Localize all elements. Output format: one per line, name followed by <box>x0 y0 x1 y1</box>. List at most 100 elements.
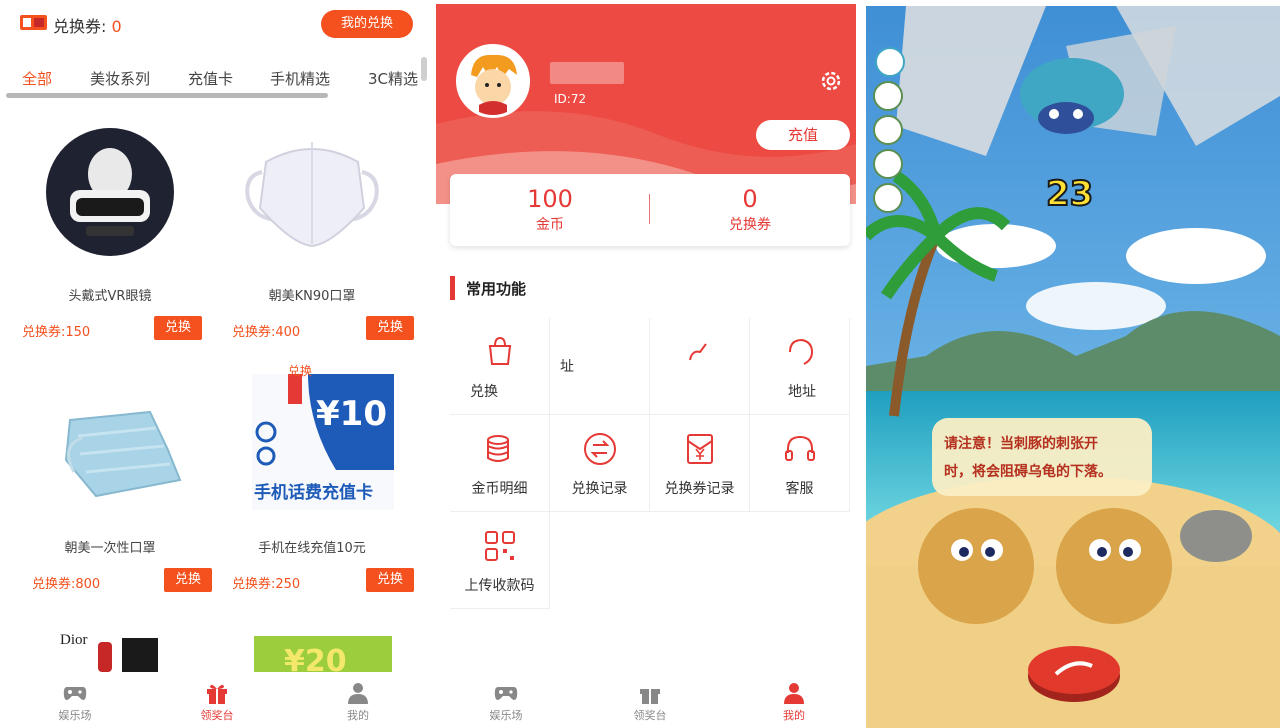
grid-item-coupon-record[interactable]: 兑换券记录 <box>650 415 750 512</box>
tab-3c[interactable]: 3C精选 <box>368 68 418 89</box>
cartoon-avatar-image <box>459 47 527 115</box>
coupon-balance-label: 兑换券: 0 <box>53 17 122 36</box>
product-price: 兑换券:250 <box>232 577 301 592</box>
grid-item-label: 上传收款码 <box>464 578 535 594</box>
recharge-card-text: 手机话费充值卡 <box>254 483 373 503</box>
nav-item-mine[interactable]: 我的 <box>318 672 398 723</box>
product-card[interactable]: ¥10 手机话费充值卡 兑换 手机在线充值10元 兑换券:250 兑换 <box>212 364 414 620</box>
balance-card: 100 金币 0 兑换券 <box>450 174 850 246</box>
game-panel: 23 请注意！当刺豚的刺张开 时，将会阻碍乌龟的下落。 <box>866 6 1280 728</box>
product-card[interactable]: 头戴式VR眼镜 兑换券:150 兑换 <box>10 128 210 368</box>
coupon-value: 0 <box>742 185 758 213</box>
user-id: ID:72 <box>554 92 587 106</box>
exchange-button[interactable]: 兑换 <box>164 568 212 592</box>
exchange-button[interactable]: 兑换 <box>366 316 414 340</box>
nav-item-mine[interactable]: 我的 <box>754 672 834 723</box>
bottom-nav: 娱乐场 领奖台 我的 <box>0 672 434 728</box>
tip-text: 请注意！当刺豚的刺张开 时，将会阻碍乌龟的下落。 <box>944 430 1144 486</box>
tip-line-2: 时，将会阻碍乌龟的下落。 <box>944 464 1112 480</box>
grid-item-exchange-record[interactable]: 兑换记录 <box>550 415 650 512</box>
gold-stat[interactable]: 100 金币 <box>450 184 650 234</box>
exchange-button[interactable]: 兑换 <box>366 568 414 592</box>
grid-item-customer-service[interactable]: 客服 <box>750 415 850 512</box>
dior-logo-text: Dior <box>60 632 88 648</box>
user-icon <box>348 683 368 704</box>
nav-label: 我的 <box>347 709 369 722</box>
shop-header: 兑换券: 0 我的兑换 <box>0 0 434 48</box>
nav-label: 领奖台 <box>633 709 667 722</box>
nav-label: 我的 <box>783 709 805 722</box>
grid-item-my-address[interactable]: 地址 <box>750 318 850 415</box>
product-price: 兑换券:400 <box>232 325 301 340</box>
gamepad-icon <box>494 687 518 700</box>
product-card[interactable]: 朝美KN90口罩 兑换券:400 兑换 <box>212 128 414 368</box>
product-name: 头戴式VR眼镜 <box>68 289 152 304</box>
nav-item-podium[interactable]: 领奖台 <box>177 672 257 723</box>
dior-product-partial[interactable]: Dior <box>60 630 180 672</box>
function-grid: 兑换 址 地址 金币明细 兑换记录 兑换券记录 客服 上传收款码 <box>450 318 850 610</box>
product-name: 朝美一次性口罩 <box>64 541 156 556</box>
recharge-20-amount: ¥20 <box>284 644 347 672</box>
recharge-button[interactable]: 充值 <box>756 120 850 150</box>
coupon-label: 兑换券 <box>729 217 771 233</box>
game-scene <box>866 6 1280 728</box>
shop-panel: 兑换券: 0 我的兑换 全部 美妆系列 充值卡 手机精选 3C精选 头戴式VR眼… <box>0 0 434 728</box>
recharge-20-partial[interactable]: ¥20 <box>254 636 392 672</box>
headset-partial-icon <box>789 338 814 365</box>
coupon-balance-value: 0 <box>111 17 122 36</box>
gamepad-icon <box>63 687 87 700</box>
vertical-scrollbar[interactable] <box>421 57 427 81</box>
nav-label: 娱乐场 <box>489 709 523 722</box>
user-icon <box>784 683 804 704</box>
nav-item-podium[interactable]: 领奖台 <box>610 672 690 723</box>
gold-label: 金币 <box>536 217 564 233</box>
product-card[interactable]: 朝美一次性口罩 兑换券:800 兑换 <box>10 380 212 620</box>
gold-value: 100 <box>527 185 573 213</box>
product-price: 兑换券:150 <box>22 325 91 340</box>
gift-icon <box>207 684 227 704</box>
user-name-blurred <box>550 62 624 84</box>
disposable-mask-image <box>64 410 182 498</box>
recharge-card-amount: ¥10 <box>316 394 387 434</box>
product-name: 手机在线充值10元 <box>258 541 366 556</box>
grid-item-upload-qr[interactable]: 上传收款码 <box>450 512 550 609</box>
dior-perfume-image <box>98 638 158 672</box>
drop-button[interactable] <box>1028 638 1120 702</box>
coins-icon <box>487 435 509 462</box>
tab-all[interactable]: 全部 <box>22 68 52 89</box>
grid-item-exchange[interactable]: 兑换 <box>450 318 550 415</box>
tabs-scrollbar[interactable] <box>6 93 328 98</box>
grid-item-label: 址 <box>560 359 574 375</box>
gift-icon <box>640 689 660 704</box>
nav-item-casino[interactable]: 娱乐场 <box>466 672 546 723</box>
avatar[interactable] <box>456 44 530 118</box>
partial-icon <box>689 343 707 361</box>
product-name: 朝美KN90口罩 <box>268 289 356 304</box>
exchange-button[interactable]: 兑换 <box>154 316 202 340</box>
tab-phones[interactable]: 手机精选 <box>270 68 330 89</box>
coupon-stat[interactable]: 0 兑换券 <box>650 184 850 234</box>
grid-item-gold-detail[interactable]: 金币明细 <box>450 415 550 512</box>
nav-label: 娱乐场 <box>58 709 92 722</box>
nav-item-casino[interactable]: 娱乐场 <box>35 672 115 723</box>
coupon-icon <box>20 15 47 30</box>
tab-recharge-card[interactable]: 充值卡 <box>188 68 233 89</box>
category-tabs: 全部 美妆系列 充值卡 手机精选 3C精选 <box>0 62 434 96</box>
grid-item-label: 客服 <box>785 481 814 497</box>
vr-headset-image <box>46 128 174 256</box>
bottom-nav: 娱乐场 领奖台 我的 <box>436 672 856 728</box>
pufferfish-left <box>918 508 1034 624</box>
profile-panel: ID:72 充值 100 金币 0 兑换券 常用功能 兑换 址 地址 金币明细 … <box>436 4 856 728</box>
qr-code-icon <box>485 531 515 561</box>
my-exchange-button[interactable]: 我的兑换 <box>321 10 413 38</box>
grid-item-label: 兑换记录 <box>571 481 628 497</box>
tip-line-1: 请注意！当刺豚的刺张开 <box>944 436 1098 452</box>
product-price: 兑换券:800 <box>32 577 101 592</box>
grid-item-obscured[interactable] <box>650 318 750 415</box>
tab-makeup[interactable]: 美妆系列 <box>90 68 150 89</box>
headset-icon <box>785 435 815 461</box>
grid-item-address[interactable]: 址 <box>550 318 650 415</box>
gear-icon[interactable] <box>818 68 844 94</box>
score-counter: 23 <box>1045 173 1094 215</box>
overlap-exchange-label: 兑换 <box>288 364 313 378</box>
